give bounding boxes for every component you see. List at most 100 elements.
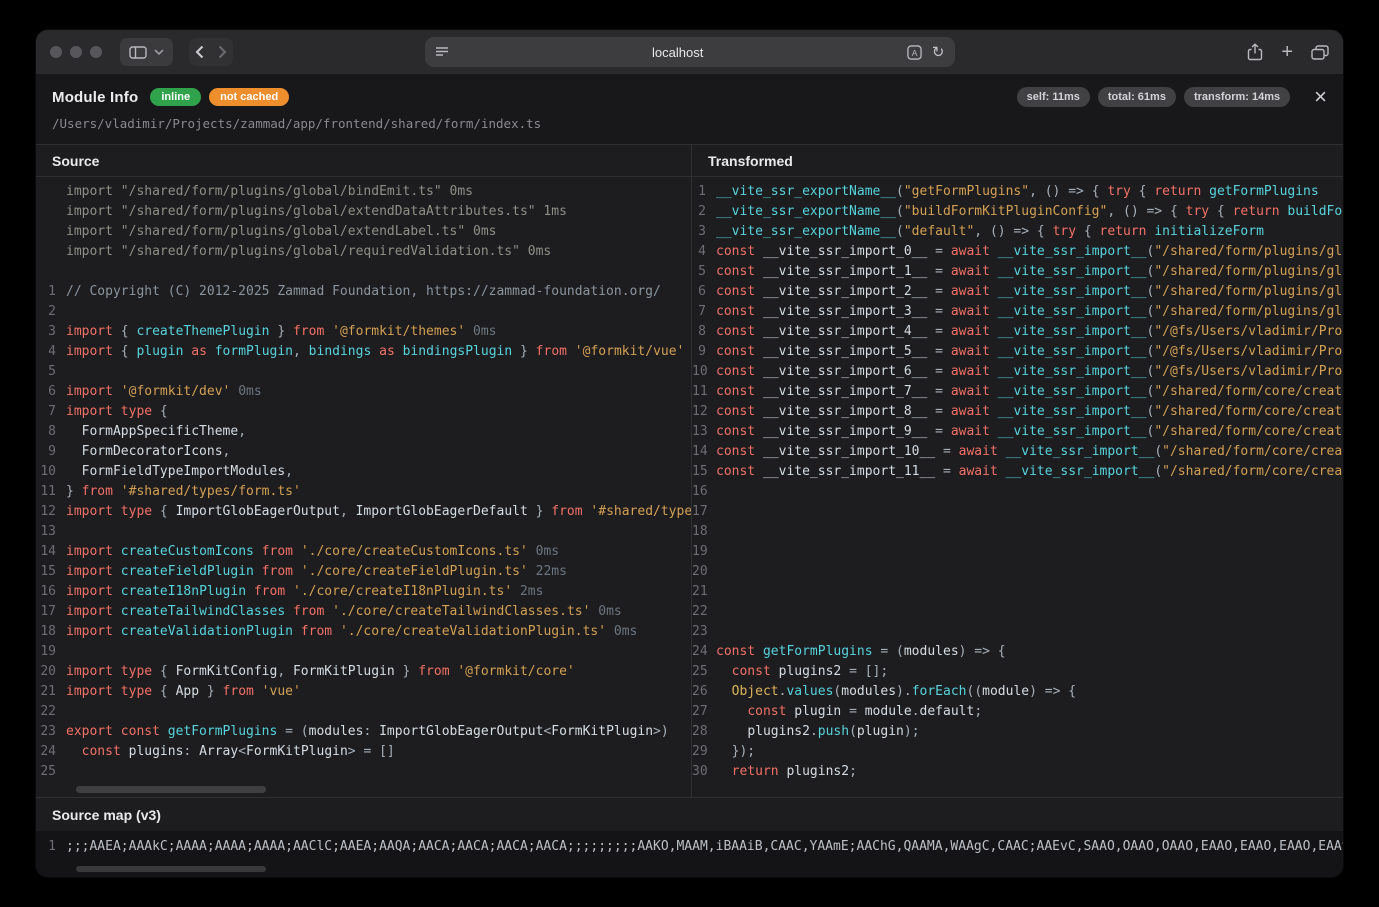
transformed-code[interactable]: 1__vite_ssr_exportName__("getFormPlugins…: [691, 177, 1343, 797]
code-line: 18import createValidationPlugin from './…: [36, 622, 691, 642]
code-text: FormDecoratorIcons,: [66, 442, 230, 462]
code-text: __vite_ssr_exportName__("getFormPlugins"…: [716, 182, 1319, 202]
code-line: 4const __vite_ssr_import_0__ = await __v…: [692, 242, 1343, 262]
line-number: 23: [36, 722, 66, 742]
code-line: 2: [36, 302, 691, 322]
status-badge: not cached: [209, 88, 289, 106]
code-text: import type { FormKitConfig, FormKitPlug…: [66, 662, 575, 682]
line-number: 24: [692, 642, 716, 662]
code-text: import type {: [66, 402, 168, 422]
line-number: 25: [36, 762, 66, 782]
code-line: [36, 262, 691, 282]
address-bar[interactable]: localhost A ↻: [425, 37, 955, 67]
line-number: 3: [692, 222, 716, 242]
code-text: Object.values(modules).forEach((module) …: [716, 682, 1076, 702]
reader-icon[interactable]: [435, 46, 449, 58]
url-text[interactable]: localhost: [449, 45, 907, 60]
code-line: 6import '@formkit/dev' 0ms: [36, 382, 691, 402]
code-line: 24 const plugins: Array<FormKitPlugin> =…: [36, 742, 691, 762]
line-number: 22: [36, 702, 66, 722]
code-text: import createTailwindClasses from './cor…: [66, 602, 622, 622]
code-text: import type { App } from 'vue': [66, 682, 301, 702]
line-number: 20: [36, 662, 66, 682]
line-number: 9: [36, 442, 66, 462]
sidebar-icon: [129, 46, 147, 59]
line-number: [36, 242, 66, 262]
new-tab-icon[interactable]: +: [1281, 42, 1293, 62]
code-text: import createCustomIcons from './core/cr…: [66, 542, 559, 562]
code-line: 13: [36, 522, 691, 542]
line-number: 25: [692, 662, 716, 682]
code-text: import { plugin as formPlugin, bindings …: [66, 342, 684, 362]
code-line: 11const __vite_ssr_import_7__ = await __…: [692, 382, 1343, 402]
code-line: 19: [36, 642, 691, 662]
line-number: 4: [36, 342, 66, 362]
line-number: 28: [692, 722, 716, 742]
line-number: 26: [692, 682, 716, 702]
status-badge: inline: [150, 88, 201, 106]
code-text: const __vite_ssr_import_3__ = await __vi…: [716, 302, 1343, 322]
code-line: 15const __vite_ssr_import_11__ = await _…: [692, 462, 1343, 482]
sidebar-toggle-button[interactable]: [120, 38, 173, 66]
line-number: 1: [36, 282, 66, 302]
code-text: const getFormPlugins = (modules) => {: [716, 642, 1006, 662]
code-text: } from '#shared/types/form.ts': [66, 482, 301, 502]
code-text: const __vite_ssr_import_5__ = await __vi…: [716, 342, 1343, 362]
code-line: 17import createTailwindClasses from './c…: [36, 602, 691, 622]
share-icon[interactable]: [1247, 43, 1263, 61]
code-line: 20: [692, 562, 1343, 582]
line-number: 13: [36, 522, 66, 542]
code-text: const __vite_ssr_import_10__ = await __v…: [716, 442, 1343, 462]
code-line: 26 Object.values(modules).forEach((modul…: [692, 682, 1343, 702]
code-line: 21import type { App } from 'vue': [36, 682, 691, 702]
svg-text:A: A: [912, 47, 918, 57]
code-text: });: [716, 742, 755, 762]
code-line: import "/shared/form/plugins/global/exte…: [36, 202, 691, 222]
code-line: 10 FormFieldTypeImportModules,: [36, 462, 691, 482]
line-number: 10: [36, 462, 66, 482]
code-line: import "/shared/form/plugins/global/requ…: [36, 242, 691, 262]
code-line: 22: [36, 702, 691, 722]
zoom-window-button[interactable]: [90, 46, 102, 58]
line-number: 17: [692, 502, 716, 522]
source-horizontal-scrollbar[interactable]: [76, 786, 266, 793]
code-line: 1__vite_ssr_exportName__("getFormPlugins…: [692, 182, 1343, 202]
line-number: 30: [692, 762, 716, 782]
close-icon[interactable]: ×: [1314, 88, 1327, 106]
code-line: 24const getFormPlugins = (modules) => {: [692, 642, 1343, 662]
code-line: 29 });: [692, 742, 1343, 762]
line-number: 24: [36, 742, 66, 762]
code-text: import "/shared/form/plugins/global/bind…: [66, 182, 473, 202]
close-window-button[interactable]: [50, 46, 62, 58]
chevron-down-icon: [154, 49, 164, 55]
source-map-line[interactable]: 1 ;;;AAEA;AAAkC;AAAA;AAAA;AAAA;AAClC;AAE…: [36, 831, 1343, 861]
code-line: 19: [692, 542, 1343, 562]
code-line: 15import createFieldPlugin from './core/…: [36, 562, 691, 582]
code-line: 25: [36, 762, 691, 782]
code-text: plugins2.push(plugin);: [716, 722, 920, 742]
code-text: return plugins2;: [716, 762, 857, 782]
line-number: 19: [692, 542, 716, 562]
line-number: 2: [36, 302, 66, 322]
code-line: 16: [692, 482, 1343, 502]
code-text: const __vite_ssr_import_2__ = await __vi…: [716, 282, 1343, 302]
translate-icon[interactable]: A: [907, 45, 922, 60]
line-number: 11: [36, 482, 66, 502]
code-text: import { createThemePlugin } from '@form…: [66, 322, 497, 342]
tab-overview-icon[interactable]: [1311, 45, 1329, 60]
line-number: [36, 202, 66, 222]
source-code[interactable]: import "/shared/form/plugins/global/bind…: [36, 177, 691, 797]
timing-badge: total: 61ms: [1098, 87, 1176, 107]
code-line: 25 const plugins2 = [];: [692, 662, 1343, 682]
sourcemap-horizontal-scrollbar[interactable]: [76, 866, 266, 872]
code-text: import "/shared/form/plugins/global/exte…: [66, 222, 496, 242]
forward-button[interactable]: [218, 45, 227, 59]
minimize-window-button[interactable]: [70, 46, 82, 58]
reload-icon[interactable]: ↻: [932, 45, 945, 60]
code-line: 18: [692, 522, 1343, 542]
code-text: const __vite_ssr_import_0__ = await __vi…: [716, 242, 1343, 262]
code-text: import type { ImportGlobEagerOutput, Imp…: [66, 502, 691, 522]
line-number: 7: [36, 402, 66, 422]
back-button[interactable]: [195, 45, 204, 59]
code-line: 13const __vite_ssr_import_9__ = await __…: [692, 422, 1343, 442]
